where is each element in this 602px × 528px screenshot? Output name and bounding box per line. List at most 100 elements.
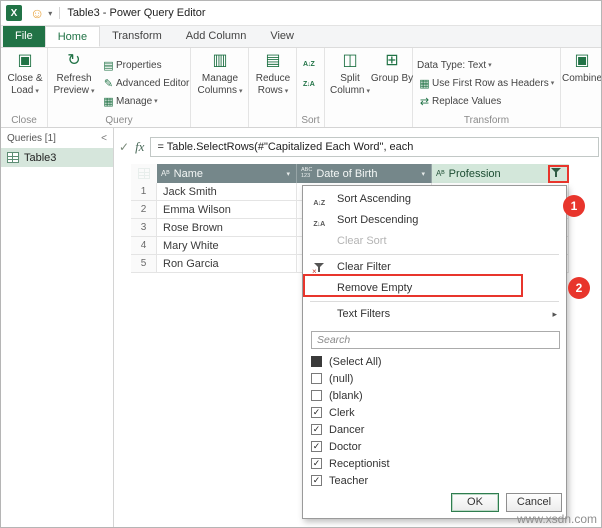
row-number[interactable]: 1: [131, 183, 157, 201]
group-by-button[interactable]: ⊞ Group By: [369, 51, 415, 85]
dropdown-caret-icon: ▾: [366, 87, 370, 95]
titlebar-divider: [59, 7, 61, 19]
checkbox-teacher[interactable]: [311, 475, 322, 486]
checkbox-dancer[interactable]: [311, 424, 322, 435]
submenu-arrow-icon: ▸: [552, 309, 557, 319]
annotation-step-2: 2: [568, 277, 590, 299]
manage-columns-button[interactable]: ▥ Manage Columns ▾: [197, 51, 243, 96]
checkbox-receptionist[interactable]: [311, 458, 322, 469]
menu-item-clear-sort[interactable]: Clear Sort: [303, 231, 566, 252]
name-filter-dropdown-icon[interactable]: ▾: [284, 168, 292, 180]
tab-transform[interactable]: Transform: [100, 26, 174, 47]
reduce-rows-button[interactable]: ▤ Reduce Rows ▾: [250, 51, 296, 96]
menu-item-remove-empty[interactable]: Remove Empty: [303, 278, 566, 299]
combine-icon: ▣: [574, 52, 590, 69]
cancel-button[interactable]: Cancel: [506, 493, 562, 512]
ribbon-tab-row: File Home Transform Add Column View: [1, 26, 601, 48]
sort-ascending-button[interactable]: A↓Z: [303, 56, 315, 72]
column-header-date-of-birth[interactable]: ABC 123 Date of Birth ▾: [297, 164, 432, 183]
cell-name[interactable]: Mary White: [157, 237, 297, 255]
ribbon: ▣ Close & Load ▾ Close ↻ Refresh Preview ▾…: [1, 48, 601, 128]
menu-item-clear-filter[interactable]: × Clear Filter: [303, 257, 566, 278]
row-number[interactable]: 2: [131, 201, 157, 219]
grid-header-row: Aᴮ Name ▾ ABC 123 Date of Birth ▾ Aᴮ Pro…: [131, 164, 569, 183]
profession-filter-funnel-icon[interactable]: [548, 165, 564, 183]
cell-name[interactable]: Rose Brown: [157, 219, 297, 237]
column-header-name[interactable]: Aᴮ Name ▾: [157, 164, 297, 183]
replace-values-button[interactable]: ⇄ Replace Values: [417, 93, 501, 109]
power-query-editor-window: X ☺ ▾ Table3 - Power Query Editor File H…: [0, 0, 602, 528]
checkbox-blank[interactable]: [311, 390, 322, 401]
commit-check-icon[interactable]: ✓: [119, 140, 129, 154]
advanced-editor-icon: ✎: [103, 77, 114, 90]
ribbon-group-combine: ▣ Combine: [561, 48, 601, 127]
checkbox-doctor[interactable]: [311, 441, 322, 452]
combine-button[interactable]: ▣ Combine: [561, 51, 601, 85]
dropdown-caret-icon: ▾: [91, 87, 95, 95]
select-all-corner-header[interactable]: [131, 164, 157, 183]
close-and-load-button[interactable]: ▣ Close & Load ▾: [2, 51, 48, 96]
tab-view[interactable]: View: [258, 26, 306, 47]
menu-item-sort-descending[interactable]: Z↓A Sort Descending: [303, 210, 566, 231]
menu-item-sort-ascending[interactable]: A↓Z Sort Ascending: [303, 189, 566, 210]
tab-file[interactable]: File: [3, 26, 45, 47]
refresh-preview-button[interactable]: ↻ Refresh Preview ▾: [51, 51, 97, 96]
advanced-editor-button[interactable]: ✎ Advanced Editor: [101, 75, 190, 91]
properties-icon: ▤: [103, 59, 114, 72]
date-of-birth-filter-dropdown-icon[interactable]: ▾: [419, 168, 427, 180]
list-item: Doctor: [311, 438, 558, 455]
manage-columns-icon: ▥: [212, 52, 228, 69]
dropdown-caret-icon: ▾: [488, 62, 492, 69]
cell-name[interactable]: Ron Garcia: [157, 255, 297, 273]
properties-button[interactable]: ▤ Properties: [101, 57, 161, 73]
filter-value-list: (Select All) (null) (blank) Clerk Dancer…: [311, 353, 558, 489]
use-first-row-as-headers-button[interactable]: ▦ Use First Row as Headers ▾: [417, 75, 554, 91]
title-bar: X ☺ ▾ Table3 - Power Query Editor: [1, 1, 601, 26]
row-number[interactable]: 4: [131, 237, 157, 255]
feedback-smiley-icon[interactable]: ☺: [30, 6, 44, 20]
fx-icon: fx: [135, 139, 145, 154]
table-grid-icon: [137, 168, 150, 179]
split-column-button[interactable]: ◫ Split Column ▾: [327, 51, 373, 96]
menu-item-text-filters[interactable]: Text Filters ▸: [303, 304, 566, 325]
sort-descending-icon: Z↓A: [303, 80, 315, 88]
close-load-icon: ▣: [17, 52, 33, 69]
annotation-step-1: 1: [563, 195, 585, 217]
query-item-table3[interactable]: Table3: [1, 148, 113, 167]
ribbon-group-close: ▣ Close & Load ▾ Close: [1, 48, 48, 127]
row-number[interactable]: 3: [131, 219, 157, 237]
cell-name[interactable]: Emma Wilson: [157, 201, 297, 219]
ribbon-group-sort: A↓Z Z↓A Sort: [297, 48, 325, 127]
collapse-panel-icon[interactable]: <: [101, 133, 107, 144]
any-type-icon: ABC 123: [301, 166, 313, 179]
group-label-close: Close: [11, 115, 37, 126]
group-label-transform: Transform: [463, 115, 510, 126]
sort-descending-button[interactable]: Z↓A: [303, 76, 315, 92]
ok-button[interactable]: OK: [451, 493, 499, 512]
dropdown-caret-icon: ▾: [238, 87, 243, 95]
checkbox-null[interactable]: [311, 373, 322, 384]
dropdown-caret-icon: ▾: [154, 98, 158, 105]
data-type-button[interactable]: Data Type: Text ▾: [417, 57, 492, 73]
ribbon-group-transform: Data Type: Text ▾ ▦ Use First Row as Head…: [413, 48, 561, 127]
row-number[interactable]: 5: [131, 255, 157, 273]
checkbox-clerk[interactable]: [311, 407, 322, 418]
manage-button[interactable]: ▦ Manage ▾: [101, 93, 158, 109]
menu-separator: [310, 254, 559, 255]
checkbox-select-all[interactable]: [311, 356, 322, 367]
tab-add-column[interactable]: Add Column: [174, 26, 259, 47]
cell-name[interactable]: Jack Smith: [157, 183, 297, 201]
filter-search-input[interactable]: [311, 331, 560, 349]
table-icon: [7, 152, 19, 163]
group-label-sort: Sort: [301, 115, 320, 126]
ribbon-group-split-group: ◫ Split Column ▾ ⊞ Group By: [325, 48, 413, 127]
split-column-icon: ◫: [342, 52, 358, 69]
quick-access-dropdown-icon[interactable]: ▾: [48, 9, 52, 18]
column-header-profession[interactable]: Aᴮ Profession: [432, 164, 569, 183]
formula-input[interactable]: [150, 137, 599, 157]
watermark: www.xsdn.com: [517, 512, 598, 526]
tab-home[interactable]: Home: [44, 26, 101, 47]
reduce-rows-icon: ▤: [265, 52, 281, 69]
refresh-icon: ↻: [67, 52, 81, 69]
dropdown-caret-icon: ▾: [35, 87, 39, 95]
